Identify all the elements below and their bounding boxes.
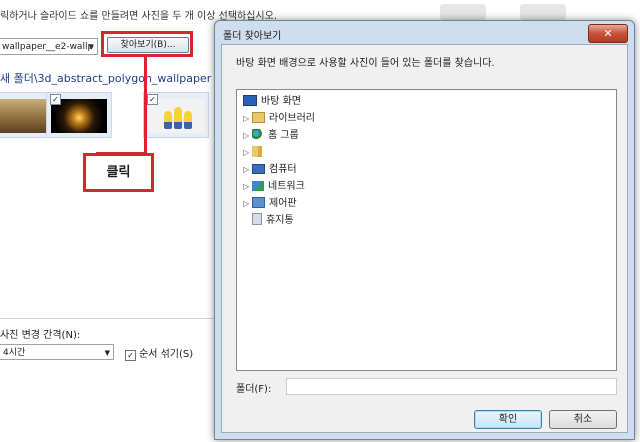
picture-location-value: wallpaper__e2-wallp — [2, 42, 94, 52]
interval-select[interactable]: 4시간 ▼ — [0, 344, 114, 360]
tree-item-label: 네트워크 — [268, 181, 305, 192]
dialog-description: 바탕 화면 배경으로 사용할 사진이 들어 있는 폴더를 찾습니다. — [236, 58, 495, 69]
user-folder-icon — [252, 146, 262, 157]
minion-figure — [174, 107, 182, 129]
desktop-icon — [243, 95, 257, 106]
shuffle-label: 순서 섞기(S) — [139, 349, 194, 360]
homegroup-icon — [252, 129, 264, 140]
section-divider — [0, 318, 215, 319]
expand-arrow-icon[interactable]: ▷ — [243, 128, 252, 144]
chevron-down-icon: ▼ — [104, 349, 110, 357]
cancel-button[interactable]: 취소 — [549, 410, 617, 429]
callout-connector — [144, 54, 147, 155]
background-button — [440, 4, 486, 20]
browse-button[interactable]: 찾아보기(B)... — [107, 37, 189, 53]
network-icon — [252, 181, 264, 191]
recycle-bin-icon — [252, 213, 262, 225]
tree-item-network[interactable]: ▷ 네트워크 — [243, 179, 305, 195]
browse-highlight-box: 찾아보기(B)... — [101, 31, 193, 57]
tree-item-label: 홈 그룹 — [268, 130, 299, 141]
library-icon — [252, 112, 265, 123]
tree-item-recycle-bin[interactable]: 휴지통 — [252, 213, 294, 229]
tree-item-label: 휴지통 — [266, 215, 294, 226]
picture-location-select[interactable]: wallpaper__e2-wallp ▼ — [0, 38, 98, 55]
expand-arrow-icon[interactable]: ▷ — [243, 162, 252, 178]
tree-item-label: 제어판 — [269, 198, 297, 209]
computer-icon — [252, 164, 265, 174]
ok-button[interactable]: 확인 — [474, 410, 542, 429]
tree-item-label: 컴퓨터 — [269, 164, 297, 175]
checkbox-icon: ✓ — [125, 350, 136, 361]
minion-figure — [164, 111, 172, 129]
interval-label: 사진 변경 간격(N): — [0, 330, 81, 341]
folder-path-heading: 새 폴더\3d_abstract_polygon_wallpaper — [0, 72, 212, 85]
tree-item-control-panel[interactable]: ▷ 제어판 — [243, 196, 297, 212]
background-button — [520, 4, 566, 20]
chevron-down-icon: ▼ — [88, 43, 94, 51]
shuffle-checkbox[interactable]: ✓ 순서 섞기(S) — [125, 345, 193, 361]
folder-browse-dialog: 폴더 찾아보기 ✕ 바탕 화면 배경으로 사용할 사진이 들어 있는 폴더를 찾… — [214, 20, 635, 440]
tree-item-desktop[interactable]: 바탕 화면 — [243, 94, 301, 110]
expand-arrow-icon[interactable]: ▷ — [243, 179, 252, 195]
expand-arrow-icon[interactable]: ▷ — [243, 111, 252, 127]
thumbnail-checkbox[interactable]: ✓ — [147, 94, 158, 105]
expand-arrow-icon[interactable]: ▷ — [243, 196, 252, 212]
wallpaper-thumbnail[interactable]: ✓ — [143, 92, 209, 138]
expand-arrow-icon[interactable]: ▷ — [243, 145, 252, 161]
folder-tree[interactable]: 바탕 화면 ▷ 라이브러리 ▷ 홈 그룹 ▷ ▷ 컴퓨터 ▷ 네트워크 ▷ 제어판 휴지통 — [236, 89, 617, 371]
dialog-title: 폴더 찾아보기 — [223, 31, 282, 42]
close-button[interactable]: ✕ — [588, 24, 628, 43]
click-callout: 클릭 — [83, 153, 154, 192]
minion-figure — [184, 111, 192, 129]
control-panel-icon — [252, 197, 265, 208]
folder-field[interactable] — [286, 378, 617, 395]
interval-value: 4시간 — [3, 348, 26, 358]
tree-item-label: 라이브러리 — [269, 113, 315, 124]
tree-item-label: 바탕 화면 — [261, 96, 301, 107]
tree-item-homegroup[interactable]: ▷ 홈 그룹 — [243, 128, 299, 144]
tree-item-user-folder[interactable]: ▷ — [243, 145, 266, 161]
tree-item-libraries[interactable]: ▷ 라이브러리 — [243, 111, 315, 127]
thumbnail-checkbox[interactable]: ✓ — [50, 94, 61, 105]
wallpaper-thumbnail[interactable]: ✓ — [46, 92, 112, 138]
dialog-body: 바탕 화면 배경으로 사용할 사진이 들어 있는 폴더를 찾습니다. 바탕 화면… — [221, 44, 628, 433]
tree-item-computer[interactable]: ▷ 컴퓨터 — [243, 162, 297, 178]
folder-field-label: 폴더(F): — [236, 384, 272, 395]
